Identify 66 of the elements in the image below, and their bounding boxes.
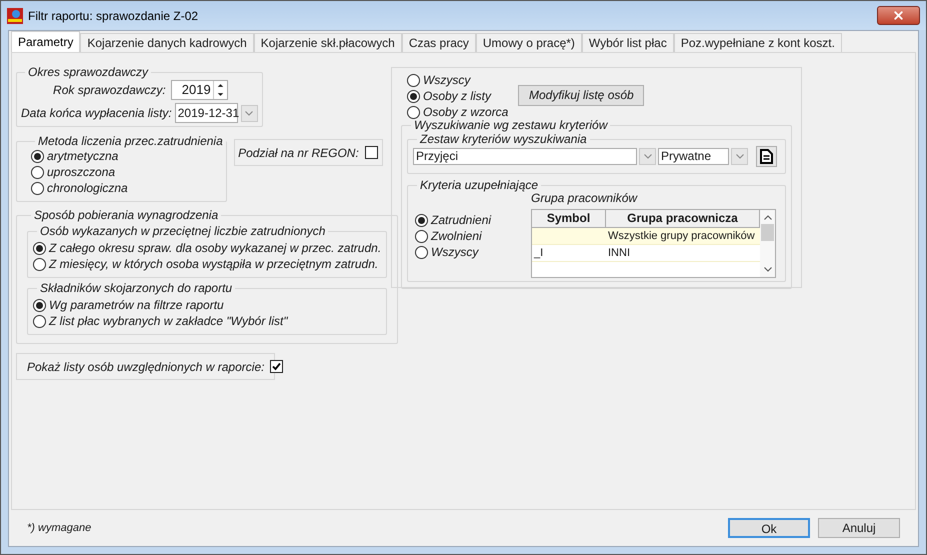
table-row[interactable]: _I INNI — [532, 245, 760, 262]
radio-option[interactable]: uproszczona — [31, 164, 226, 180]
table-title: Grupa pracowników — [531, 191, 638, 206]
checkbox[interactable] — [270, 360, 284, 373]
radio-option[interactable]: Z list płac wybranych w zakładce "Wybór list" — [33, 313, 382, 329]
scroll-up-icon — [764, 215, 772, 220]
table-cell-text: _I — [532, 246, 544, 261]
required-note: *) wymagane — [27, 520, 92, 536]
date-field[interactable]: 2019-12-31 — [174, 103, 238, 123]
group-title: Zestaw kryteriów wyszukiwania — [418, 132, 588, 146]
document-button[interactable] — [756, 146, 777, 167]
scrollbar[interactable] — [760, 210, 775, 277]
group-title: Kryteria uzupełniające — [419, 178, 540, 192]
year-spinner[interactable]: 2019 — [170, 80, 228, 100]
field-label: Rok sprawozdawczy: — [53, 82, 166, 99]
app-logo-icon — [7, 8, 23, 24]
chevron-down-icon — [245, 110, 254, 116]
scope-combo[interactable]: Prywatne — [658, 148, 729, 165]
column-header: Symbol — [532, 210, 606, 227]
group-title: Okres sprawozdawczy — [27, 65, 150, 79]
chevron-down-icon — [736, 154, 744, 159]
check-icon — [272, 362, 282, 371]
dropdown-button[interactable] — [731, 148, 748, 165]
table-cell-text: INNI — [607, 246, 631, 261]
radio-option[interactable]: chronologiczna — [31, 180, 226, 196]
checkbox[interactable] — [364, 146, 378, 159]
scroll-thumb[interactable] — [761, 224, 774, 241]
criteria-combo[interactable]: Przyjęci — [413, 148, 637, 165]
tab[interactable]: Wybór list płac — [582, 33, 674, 52]
dropdown-button[interactable] — [240, 104, 258, 122]
radio-option[interactable]: Wg parametrów na filtrze raportu — [33, 297, 382, 313]
dialog-button[interactable]: Anuluj — [818, 518, 900, 538]
chevron-down-icon — [644, 154, 652, 159]
radio-option[interactable]: Zwolnieni — [415, 228, 531, 244]
radio-option[interactable]: Osoby z listy — [407, 88, 508, 104]
radio-option[interactable]: Osoby z wzorca — [407, 104, 508, 120]
close-icon — [892, 9, 905, 22]
radio-option[interactable]: Z miesięcy, w których osoba wystąpiła w przeciętnym zatrudn. — [33, 256, 382, 272]
document-icon — [760, 149, 773, 164]
tab[interactable]: Kojarzenie skł.płacowych — [254, 33, 402, 52]
tab[interactable]: Poz.wypełniane z kont koszt. — [674, 33, 842, 52]
table-cell-text: Wszystkie grupy pracowników — [607, 229, 756, 244]
radio-option[interactable]: Zatrudnieni — [415, 212, 531, 228]
checkbox-label: Podział na nr REGON: — [238, 144, 359, 162]
radio-option[interactable]: Z całego okresu spraw. dla osoby wykazanej w przec. zatrudn. — [33, 240, 382, 256]
tab[interactable]: Kojarzenie danych kadrowych — [80, 33, 254, 52]
checkbox-label: Pokaż listy osób uwzględnionych w raporcie: — [27, 358, 264, 376]
radio-option[interactable]: Wszyscy — [415, 244, 531, 260]
group-title: Składników skojarzonych do raportu — [39, 281, 234, 295]
tab[interactable]: Parametry — [11, 31, 80, 52]
window-title: Filtr raportu: sprawozdanie Z-02 — [28, 8, 200, 24]
radio-option[interactable]: Wszyscy — [407, 72, 508, 88]
tab[interactable]: Czas pracy — [402, 33, 476, 52]
table-row[interactable]: Wszystkie grupy pracowników — [532, 228, 760, 245]
group-title: Metoda liczenia przec.zatrudnienia — [37, 134, 224, 148]
group-title: Wyszukiwanie wg zestawu kryteriów — [413, 118, 609, 132]
dialog-button[interactable]: Ok — [728, 518, 810, 538]
modify-list-button[interactable]: Modyfikuj listę osób — [518, 84, 644, 106]
scroll-down-icon — [764, 267, 772, 272]
dropdown-button[interactable] — [639, 148, 656, 165]
tab[interactable]: Umowy o pracę*) — [476, 33, 582, 52]
close-button[interactable] — [877, 6, 920, 25]
group-title: Osób wykazanych w przeciętnej liczbie zatrudnionych — [39, 224, 326, 238]
field-label: Data końca wypłacenia listy: — [21, 105, 172, 122]
group-title: Sposób pobierania wynagrodzenia — [33, 208, 220, 222]
radio-option[interactable]: arytmetyczna — [31, 148, 226, 164]
